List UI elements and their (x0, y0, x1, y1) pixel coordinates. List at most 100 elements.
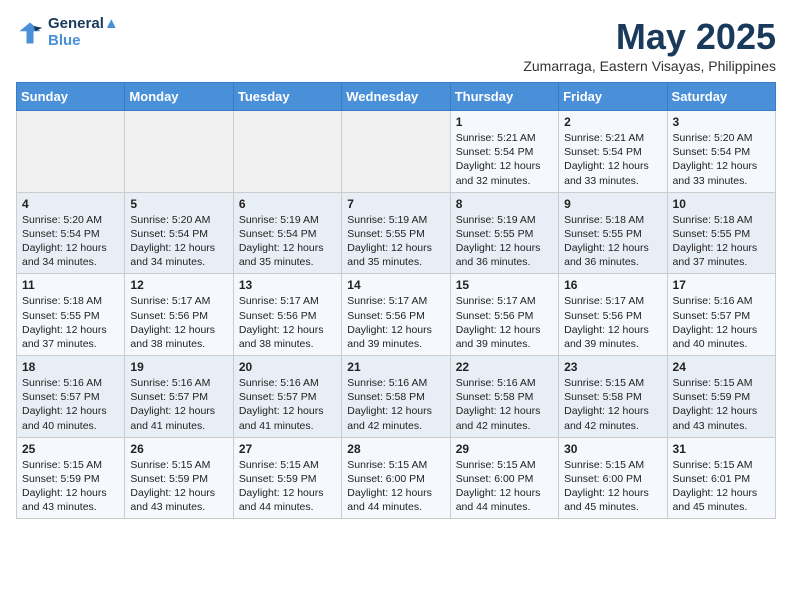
calendar-cell (233, 111, 341, 193)
cell-text: Daylight: 12 hours (456, 404, 553, 418)
day-number: 13 (239, 278, 336, 292)
cell-text: Sunset: 5:54 PM (239, 227, 336, 241)
logo-icon (16, 19, 44, 47)
cell-text: Sunrise: 5:17 AM (130, 294, 227, 308)
title-block: May 2025 Zumarraga, Eastern Visayas, Phi… (523, 16, 776, 74)
day-number: 10 (673, 197, 770, 211)
calendar-cell: 6Sunrise: 5:19 AMSunset: 5:54 PMDaylight… (233, 192, 341, 274)
cell-text: and 42 minutes. (456, 419, 553, 433)
cell-text: and 43 minutes. (22, 500, 119, 514)
day-header-tuesday: Tuesday (233, 83, 341, 111)
day-header-friday: Friday (559, 83, 667, 111)
cell-text: Sunset: 5:55 PM (673, 227, 770, 241)
calendar-cell: 30Sunrise: 5:15 AMSunset: 6:00 PMDayligh… (559, 437, 667, 519)
cell-text: Daylight: 12 hours (564, 404, 661, 418)
day-number: 12 (130, 278, 227, 292)
cell-text: Sunrise: 5:20 AM (130, 213, 227, 227)
cell-text: Sunrise: 5:15 AM (564, 458, 661, 472)
calendar-cell (342, 111, 450, 193)
cell-text: Daylight: 12 hours (673, 241, 770, 255)
day-header-sunday: Sunday (17, 83, 125, 111)
calendar-cell: 13 Sunrise: 5:17 AMSunset: 5:56 PMDayligh… (233, 274, 341, 356)
cell-text: Sunset: 6:00 PM (456, 472, 553, 486)
cell-text: Sunrise: 5:19 AM (456, 213, 553, 227)
calendar-cell: 12 Sunrise: 5:17 AMSunset: 5:56 PMDayligh… (125, 274, 233, 356)
cell-text: and 45 minutes. (673, 500, 770, 514)
calendar-cell (125, 111, 233, 193)
cell-text: Sunrise: 5:17 AM (239, 294, 336, 308)
cell-text: and 33 minutes. (564, 174, 661, 188)
cell-text: Sunset: 5:57 PM (130, 390, 227, 404)
cell-text: Daylight: 12 hours (564, 323, 661, 337)
cell-text: Daylight: 12 hours (22, 323, 119, 337)
cell-text: Sunset: 5:58 PM (347, 390, 444, 404)
cell-text: and 33 minutes. (673, 174, 770, 188)
day-number: 30 (564, 442, 661, 456)
day-number: 26 (130, 442, 227, 456)
location: Zumarraga, Eastern Visayas, Philippines (523, 58, 776, 74)
cell-text: and 44 minutes. (239, 500, 336, 514)
calendar-cell: 21Sunrise: 5:16 AMSunset: 5:58 PMDayligh… (342, 356, 450, 438)
day-number: 17 (673, 278, 770, 292)
cell-text: Sunset: 5:56 PM (239, 309, 336, 323)
cell-text: Daylight: 12 hours (239, 404, 336, 418)
calendar-cell: 23Sunrise: 5:15 AMSunset: 5:58 PMDayligh… (559, 356, 667, 438)
day-number: 2 (564, 115, 661, 129)
cell-text: and 42 minutes. (347, 419, 444, 433)
month-title: May 2025 (523, 16, 776, 58)
day-number: 4 (22, 197, 119, 211)
cell-text: Daylight: 12 hours (564, 241, 661, 255)
day-number: 19 (130, 360, 227, 374)
day-number: 29 (456, 442, 553, 456)
cell-text: and 35 minutes. (239, 255, 336, 269)
cell-text: and 41 minutes. (130, 419, 227, 433)
calendar-week-5: 25Sunrise: 5:15 AMSunset: 5:59 PMDayligh… (17, 437, 776, 519)
day-header-monday: Monday (125, 83, 233, 111)
cell-text: Sunrise: 5:16 AM (673, 294, 770, 308)
cell-text: Daylight: 12 hours (347, 323, 444, 337)
cell-text: Sunrise: 5:21 AM (456, 131, 553, 145)
cell-text: Daylight: 12 hours (239, 323, 336, 337)
cell-text: Sunset: 6:00 PM (347, 472, 444, 486)
cell-text: Sunset: 5:59 PM (673, 390, 770, 404)
day-number: 5 (130, 197, 227, 211)
cell-text: Sunset: 6:01 PM (673, 472, 770, 486)
cell-text: Daylight: 12 hours (673, 159, 770, 173)
day-header-thursday: Thursday (450, 83, 558, 111)
cell-text: Sunset: 5:55 PM (564, 227, 661, 241)
cell-text: Sunrise: 5:15 AM (239, 458, 336, 472)
cell-text: Sunrise: 5:15 AM (673, 458, 770, 472)
cell-text: Sunrise: 5:17 AM (347, 294, 444, 308)
calendar-cell: 28Sunrise: 5:15 AMSunset: 6:00 PMDayligh… (342, 437, 450, 519)
calendar-cell: 9Sunrise: 5:18 AMSunset: 5:55 PMDaylight… (559, 192, 667, 274)
cell-text: Sunrise: 5:21 AM (564, 131, 661, 145)
calendar-week-3: 11Sunrise: 5:18 AMSunset: 5:55 PMDayligh… (17, 274, 776, 356)
cell-text: Daylight: 12 hours (130, 323, 227, 337)
day-number: 24 (673, 360, 770, 374)
cell-text: Daylight: 12 hours (22, 404, 119, 418)
calendar-cell: 26Sunrise: 5:15 AMSunset: 5:59 PMDayligh… (125, 437, 233, 519)
cell-text: and 45 minutes. (564, 500, 661, 514)
cell-text: Sunrise: 5:16 AM (130, 376, 227, 390)
cell-text: and 44 minutes. (347, 500, 444, 514)
logo: General▲ Blue (16, 16, 119, 49)
cell-text: Daylight: 12 hours (564, 159, 661, 173)
cell-text: Daylight: 12 hours (564, 486, 661, 500)
cell-text: Daylight: 12 hours (347, 404, 444, 418)
day-number: 20 (239, 360, 336, 374)
cell-text: Daylight: 12 hours (456, 159, 553, 173)
cell-text: Sunset: 5:58 PM (564, 390, 661, 404)
cell-text: Daylight: 12 hours (347, 241, 444, 255)
cell-text: Sunset: 5:59 PM (239, 472, 336, 486)
calendar-cell: 17Sunrise: 5:16 AMSunset: 5:57 PMDayligh… (667, 274, 775, 356)
cell-text: Sunset: 5:56 PM (130, 309, 227, 323)
cell-text: and 34 minutes. (22, 255, 119, 269)
cell-text: Sunrise: 5:18 AM (564, 213, 661, 227)
cell-text: and 34 minutes. (130, 255, 227, 269)
cell-text: Daylight: 12 hours (456, 486, 553, 500)
cell-text: Sunset: 5:55 PM (22, 309, 119, 323)
calendar-cell: 20Sunrise: 5:16 AMSunset: 5:57 PMDayligh… (233, 356, 341, 438)
cell-text: and 32 minutes. (456, 174, 553, 188)
cell-text: and 40 minutes. (22, 419, 119, 433)
day-number: 16 (564, 278, 661, 292)
